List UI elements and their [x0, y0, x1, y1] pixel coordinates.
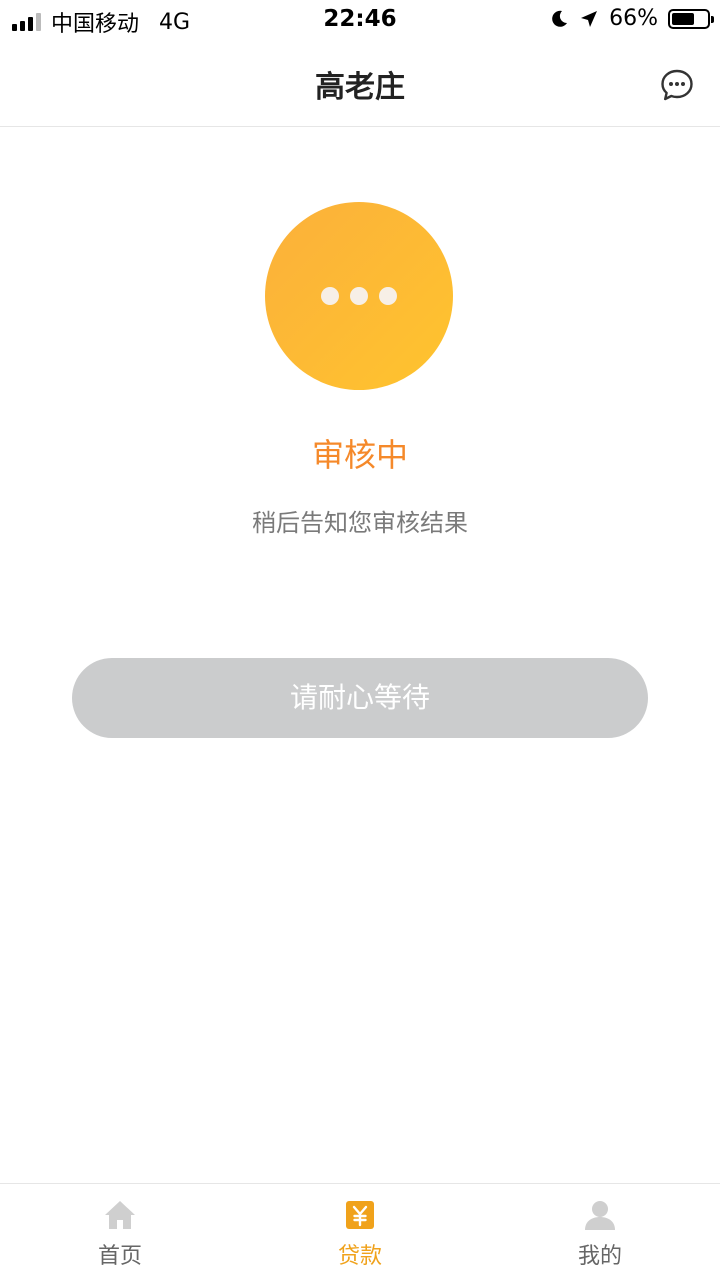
- tab-home-label: 首页: [97, 1244, 142, 1269]
- bottom-tab-bar: 首页 贷款 我的: [0, 1183, 720, 1280]
- status-right: 66%: [549, 6, 714, 31]
- location-arrow-icon: [581, 10, 598, 27]
- tab-mine[interactable]: 我的: [480, 1184, 720, 1280]
- app-screen: 中国移动 4G 22:46 66% 高老庄 审核中 稍后告知您审核结果 请耐心等…: [0, 0, 720, 1280]
- battery-cap: [711, 15, 714, 23]
- review-status-title: 审核中: [311, 436, 408, 474]
- tab-home[interactable]: 首页: [0, 1184, 240, 1280]
- tab-loan-label: 贷款: [337, 1244, 382, 1269]
- please-wait-button[interactable]: 请耐心等待: [72, 658, 648, 738]
- status-bar: 中国移动 4G 22:46 66%: [0, 0, 720, 40]
- tab-loan[interactable]: 贷款: [240, 1184, 480, 1280]
- pending-dots-icon: [265, 287, 453, 305]
- battery-percent: 66%: [609, 6, 658, 31]
- user-icon: [585, 1201, 615, 1230]
- home-icon: [105, 1201, 135, 1229]
- yuan-icon: [346, 1201, 374, 1229]
- chat-bubble-icon[interactable]: [660, 68, 694, 102]
- battery-icon: [668, 8, 714, 29]
- page-title: 高老庄: [315, 70, 405, 105]
- pending-status-icon: [265, 202, 453, 390]
- navigation-bar: 高老庄: [0, 40, 720, 127]
- moon-icon: [552, 10, 568, 27]
- review-status-description: 稍后告知您审核结果: [252, 509, 468, 537]
- tab-mine-label: 我的: [577, 1244, 622, 1269]
- battery-fill: [672, 12, 694, 25]
